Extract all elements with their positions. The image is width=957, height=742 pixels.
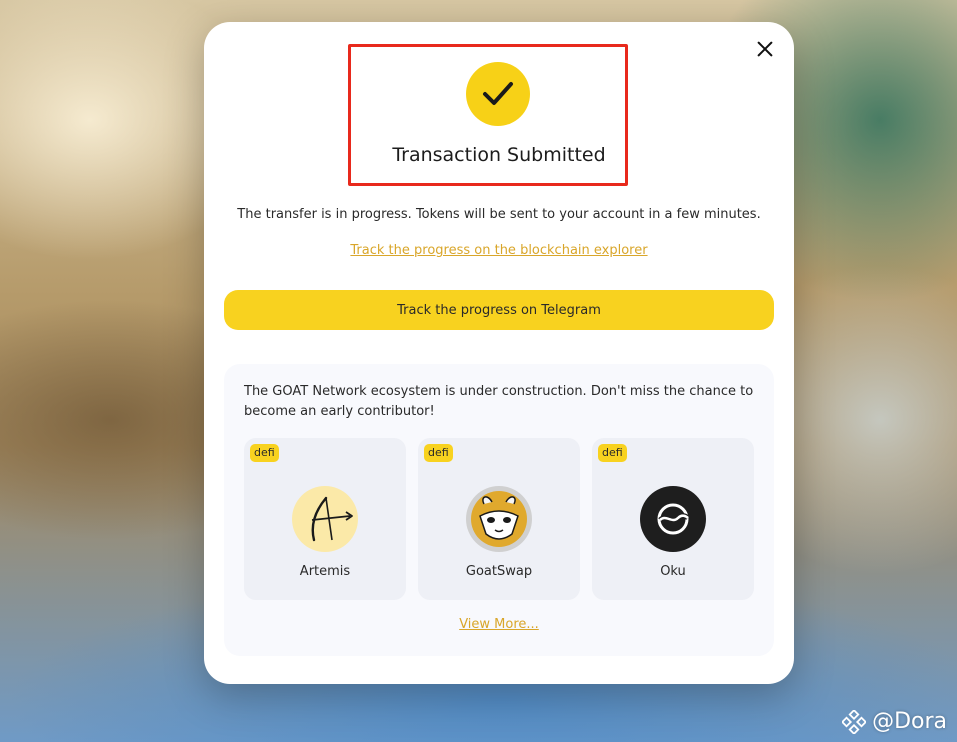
close-icon[interactable] bbox=[754, 38, 776, 60]
category-tag: defi bbox=[250, 444, 279, 462]
category-tag: defi bbox=[424, 444, 453, 462]
project-card-artemis[interactable]: defi Artemis bbox=[244, 438, 406, 600]
category-tag: defi bbox=[598, 444, 627, 462]
explorer-link[interactable]: Track the progress on the blockchain exp… bbox=[204, 243, 794, 258]
project-name: Oku bbox=[660, 564, 686, 579]
modal-title: Transaction Submitted bbox=[392, 144, 606, 166]
watermark: @Dora bbox=[842, 709, 947, 734]
ecosystem-text: The GOAT Network ecosystem is under cons… bbox=[244, 384, 754, 419]
modal-description: The transfer is in progress. Tokens will… bbox=[237, 207, 761, 222]
bow-arrow-icon bbox=[292, 486, 358, 552]
project-card-oku[interactable]: defi Oku bbox=[592, 438, 754, 600]
project-card-goatswap[interactable]: defi GoatSwap bbox=[418, 438, 580, 600]
telegram-track-button[interactable]: Track the progress on Telegram bbox=[224, 290, 774, 330]
ecosystem-panel: The GOAT Network ecosystem is under cons… bbox=[224, 364, 774, 656]
project-name: GoatSwap bbox=[465, 564, 533, 579]
project-name: Artemis bbox=[299, 564, 351, 579]
oku-icon bbox=[640, 486, 706, 552]
goat-icon bbox=[466, 486, 532, 552]
transaction-modal: Transaction Submitted The transfer is in… bbox=[204, 22, 794, 684]
check-icon bbox=[466, 62, 530, 126]
binance-logo-icon bbox=[842, 709, 867, 734]
watermark-text: @Dora bbox=[872, 709, 947, 734]
view-more-link[interactable]: View More... bbox=[224, 617, 774, 632]
